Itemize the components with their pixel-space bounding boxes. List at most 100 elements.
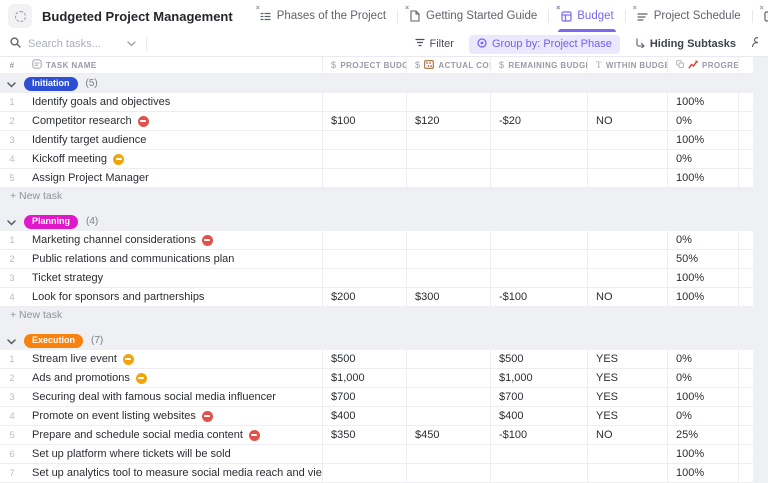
table-row[interactable]: 4 Kickoff meeting 0% (0, 150, 753, 169)
task-name-cell[interactable]: Stream live event (24, 350, 322, 368)
remaining-budget-cell[interactable]: -$100 (490, 426, 587, 444)
task-name-cell[interactable]: Set up analytics tool to measure social … (24, 464, 322, 482)
table-row[interactable]: 4 Promote on event listing websites $400… (0, 407, 753, 426)
tab-project-schedule[interactable]: × Project Schedule (626, 0, 752, 32)
progress-cell[interactable]: 25% (667, 426, 738, 444)
task-name-cell[interactable]: Identify goals and objectives (24, 93, 322, 111)
actual-cost-cell[interactable] (406, 269, 490, 287)
new-task-button[interactable]: + New task (0, 307, 753, 323)
actual-cost-cell[interactable] (406, 250, 490, 268)
remaining-budget-cell[interactable] (490, 464, 587, 482)
task-name-cell[interactable]: Promote on event listing websites (24, 407, 322, 425)
project-budget-cell[interactable]: $400 (322, 407, 406, 425)
assignee-icon[interactable] (751, 35, 758, 53)
table-row[interactable]: 2 Ads and promotions $1,000 $1,000 YES 0… (0, 369, 753, 388)
remaining-budget-cell[interactable] (490, 445, 587, 463)
progress-cell[interactable]: 100% (667, 269, 738, 287)
table-row[interactable]: 3 Securing deal with famous social media… (0, 388, 753, 407)
within-budget-cell[interactable] (587, 131, 667, 149)
app-icon-button[interactable] (8, 4, 32, 28)
progress-cell[interactable]: 0% (667, 350, 738, 368)
group-badge[interactable]: Initiation (24, 77, 78, 91)
remaining-budget-cell[interactable] (490, 231, 587, 249)
actual-cost-cell[interactable] (406, 445, 490, 463)
remaining-budget-cell[interactable]: $400 (490, 407, 587, 425)
remaining-budget-cell[interactable] (490, 269, 587, 287)
progress-cell[interactable]: 100% (667, 93, 738, 111)
task-name-cell[interactable]: Kickoff meeting (24, 150, 322, 168)
within-budget-cell[interactable]: YES (587, 388, 667, 406)
tab-status-of-activities[interactable]: × Status of Activities (753, 0, 768, 32)
column-within-budget[interactable]: T WITHIN BUDGET? (587, 57, 667, 73)
within-budget-cell[interactable]: NO (587, 426, 667, 444)
actual-cost-cell[interactable] (406, 388, 490, 406)
project-budget-cell[interactable] (322, 131, 406, 149)
remaining-budget-cell[interactable] (490, 250, 587, 268)
group-header[interactable]: Initiation (5) (0, 74, 753, 93)
task-name-cell[interactable]: Assign Project Manager (24, 169, 322, 187)
remaining-budget-cell[interactable] (490, 131, 587, 149)
project-budget-cell[interactable] (322, 464, 406, 482)
project-budget-cell[interactable]: $500 (322, 350, 406, 368)
actual-cost-cell[interactable]: $120 (406, 112, 490, 130)
column-actual-cost[interactable]: $ ACTUAL COST (406, 57, 490, 73)
project-budget-cell[interactable]: $200 (322, 288, 406, 306)
project-budget-cell[interactable]: $350 (322, 426, 406, 444)
task-name-cell[interactable]: Prepare and schedule social media conten… (24, 426, 322, 444)
task-name-cell[interactable]: Ads and promotions (24, 369, 322, 387)
table-row[interactable]: 3 Ticket strategy 100% (0, 269, 753, 288)
actual-cost-cell[interactable] (406, 169, 490, 187)
within-budget-cell[interactable] (587, 464, 667, 482)
remaining-budget-cell[interactable]: $1,000 (490, 369, 587, 387)
progress-cell[interactable]: 100% (667, 288, 738, 306)
actual-cost-cell[interactable] (406, 231, 490, 249)
table-row[interactable]: 2 Competitor research $100 $120 -$20 NO … (0, 112, 753, 131)
actual-cost-cell[interactable]: $450 (406, 426, 490, 444)
group-badge[interactable]: Execution (24, 334, 83, 348)
project-budget-cell[interactable]: $100 (322, 112, 406, 130)
task-name-cell[interactable]: Public relations and communications plan (24, 250, 322, 268)
remaining-budget-cell[interactable]: -$100 (490, 288, 587, 306)
group-by-button[interactable]: Group by: Project Phase (469, 35, 620, 54)
within-budget-cell[interactable] (587, 93, 667, 111)
task-name-cell[interactable]: Set up platform where tickets will be so… (24, 445, 322, 463)
table-row[interactable]: 6 Set up platform where tickets will be … (0, 445, 753, 464)
project-budget-cell[interactable] (322, 169, 406, 187)
remaining-budget-cell[interactable]: $700 (490, 388, 587, 406)
progress-cell[interactable]: 100% (667, 169, 738, 187)
column-task-name[interactable]: TASK NAME (24, 57, 322, 73)
progress-cell[interactable]: 0% (667, 231, 738, 249)
remaining-budget-cell[interactable] (490, 93, 587, 111)
within-budget-cell[interactable]: YES (587, 350, 667, 368)
within-budget-cell[interactable] (587, 250, 667, 268)
progress-cell[interactable]: 0% (667, 150, 738, 168)
task-name-cell[interactable]: Look for sponsors and partnerships (24, 288, 322, 306)
progress-cell[interactable]: 0% (667, 407, 738, 425)
project-budget-cell[interactable] (322, 93, 406, 111)
table-row[interactable]: 2 Public relations and communications pl… (0, 250, 753, 269)
within-budget-cell[interactable] (587, 445, 667, 463)
remaining-budget-cell[interactable]: -$20 (490, 112, 587, 130)
task-name-cell[interactable]: Marketing channel considerations (24, 231, 322, 249)
filter-button[interactable]: Filter (415, 38, 454, 50)
project-budget-cell[interactable]: $1,000 (322, 369, 406, 387)
remaining-budget-cell[interactable] (490, 169, 587, 187)
tab-budget[interactable]: × Budget (549, 0, 624, 32)
column-progress[interactable]: PROGRESS (667, 57, 738, 73)
search-input[interactable]: Search tasks... (10, 37, 136, 51)
actual-cost-cell[interactable] (406, 131, 490, 149)
tab-getting-started-guide[interactable]: × Getting Started Guide (398, 0, 548, 32)
table-row[interactable]: 4 Look for sponsors and partnerships $20… (0, 288, 753, 307)
progress-cell[interactable]: 0% (667, 369, 738, 387)
project-budget-cell[interactable] (322, 150, 406, 168)
progress-cell[interactable]: 100% (667, 388, 738, 406)
within-budget-cell[interactable] (587, 269, 667, 287)
actual-cost-cell[interactable] (406, 93, 490, 111)
group-header[interactable]: Planning (4) (0, 212, 753, 231)
within-budget-cell[interactable] (587, 169, 667, 187)
project-budget-cell[interactable] (322, 269, 406, 287)
table-row[interactable]: 7 Set up analytics tool to measure socia… (0, 464, 753, 483)
table-row[interactable]: 5 Prepare and schedule social media cont… (0, 426, 753, 445)
task-name-cell[interactable]: Securing deal with famous social media i… (24, 388, 322, 406)
progress-cell[interactable]: 100% (667, 445, 738, 463)
